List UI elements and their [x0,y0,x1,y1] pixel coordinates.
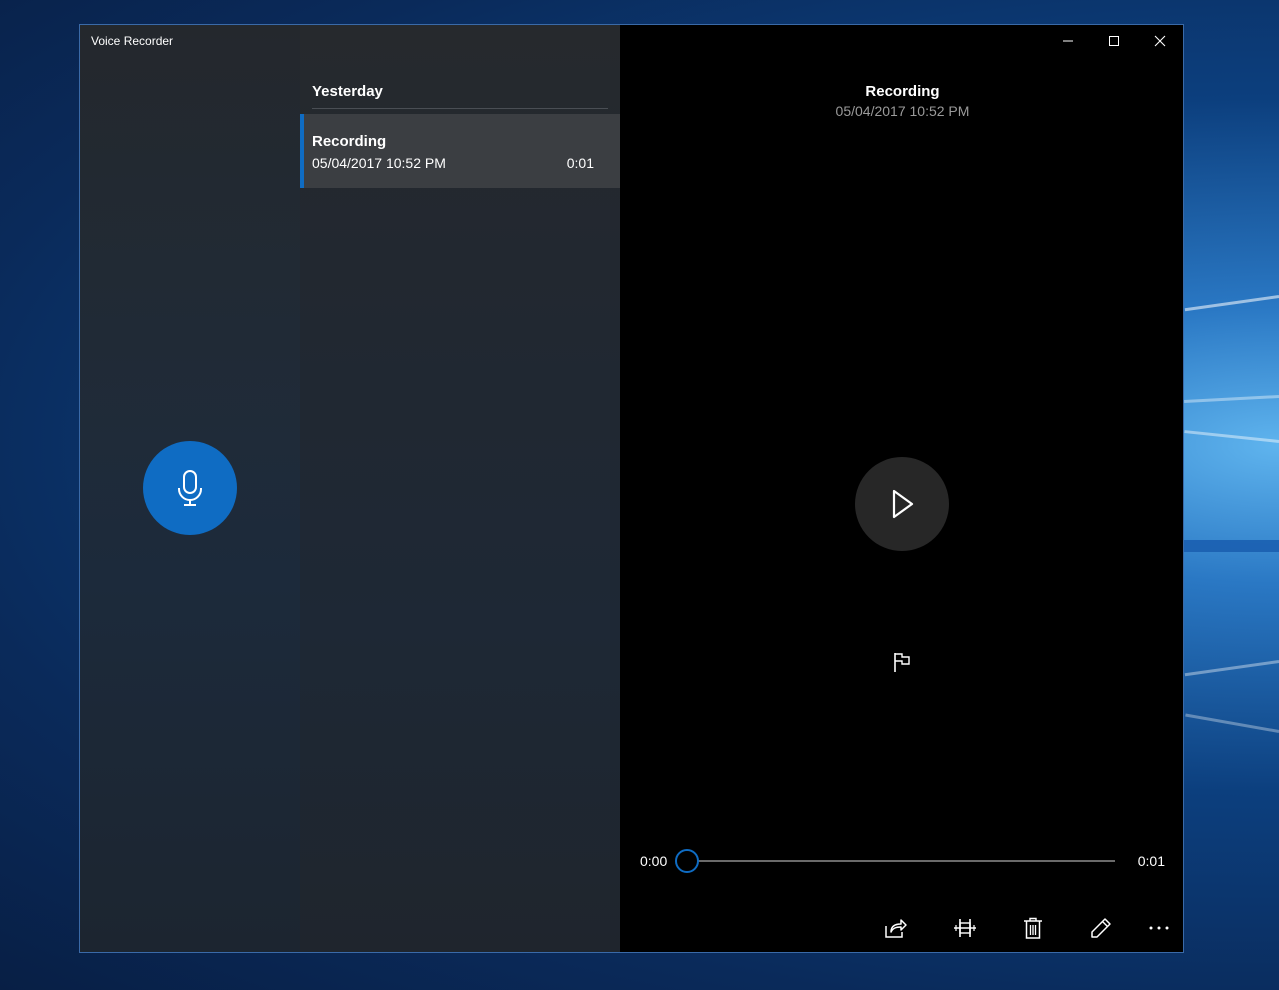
seek-slider[interactable] [675,849,1115,873]
wallpaper-light-beam [1184,540,1279,552]
recording-date: 05/04/2017 10:52 PM [312,155,446,171]
wallpaper-light-beam [1184,395,1279,403]
close-icon [1154,35,1166,47]
maximize-button[interactable] [1091,25,1137,57]
close-button[interactable] [1137,25,1183,57]
wallpaper-light-beam [1184,295,1279,312]
trim-icon [954,919,976,937]
recordings-list-pane: Yesterday Recording 05/04/2017 10:52 PM … [300,25,620,952]
minimize-icon [1063,40,1073,42]
play-button[interactable] [855,457,949,551]
rename-button[interactable] [1084,913,1118,943]
flag-icon [894,653,910,672]
rename-icon [1091,918,1111,938]
record-pane: Voice Recorder [80,25,300,952]
maximize-icon [1109,36,1119,46]
seek-thumb[interactable] [675,849,699,873]
delete-button[interactable] [1016,913,1050,943]
trim-button[interactable] [948,913,982,943]
recording-duration: 0:01 [566,155,594,171]
wallpaper-light-beam [1184,430,1279,443]
app-title: Voice Recorder [91,34,174,48]
voice-recorder-window: Voice Recorder Yesterday Recording 05/04… [79,24,1184,953]
delete-icon [1024,917,1042,939]
total-length: 0:01 [1137,853,1165,869]
current-position: 0:00 [640,853,668,869]
more-options-button[interactable] [1142,913,1176,943]
share-button[interactable] [879,913,913,943]
recording-title: Recording [865,83,940,100]
group-divider [312,108,608,109]
record-button[interactable] [143,441,237,535]
recording-name: Recording [312,133,387,150]
wallpaper-light-beam [1185,713,1279,733]
share-icon [885,919,907,938]
playback-pane: Recording 05/04/2017 10:52 PM 0:00 0:01 [620,25,1183,952]
group-header: Yesterday [312,83,383,100]
recording-timestamp: 05/04/2017 10:52 PM [835,103,970,119]
recording-list-item[interactable]: Recording 05/04/2017 10:52 PM 0:01 [300,114,620,188]
add-marker-button[interactable] [888,648,916,676]
minimize-button[interactable] [1045,25,1091,57]
more-icon [1149,926,1169,930]
microphone-icon [178,470,202,506]
selection-indicator [300,114,304,188]
wallpaper-light-beam [1184,660,1279,677]
play-icon [892,489,914,519]
